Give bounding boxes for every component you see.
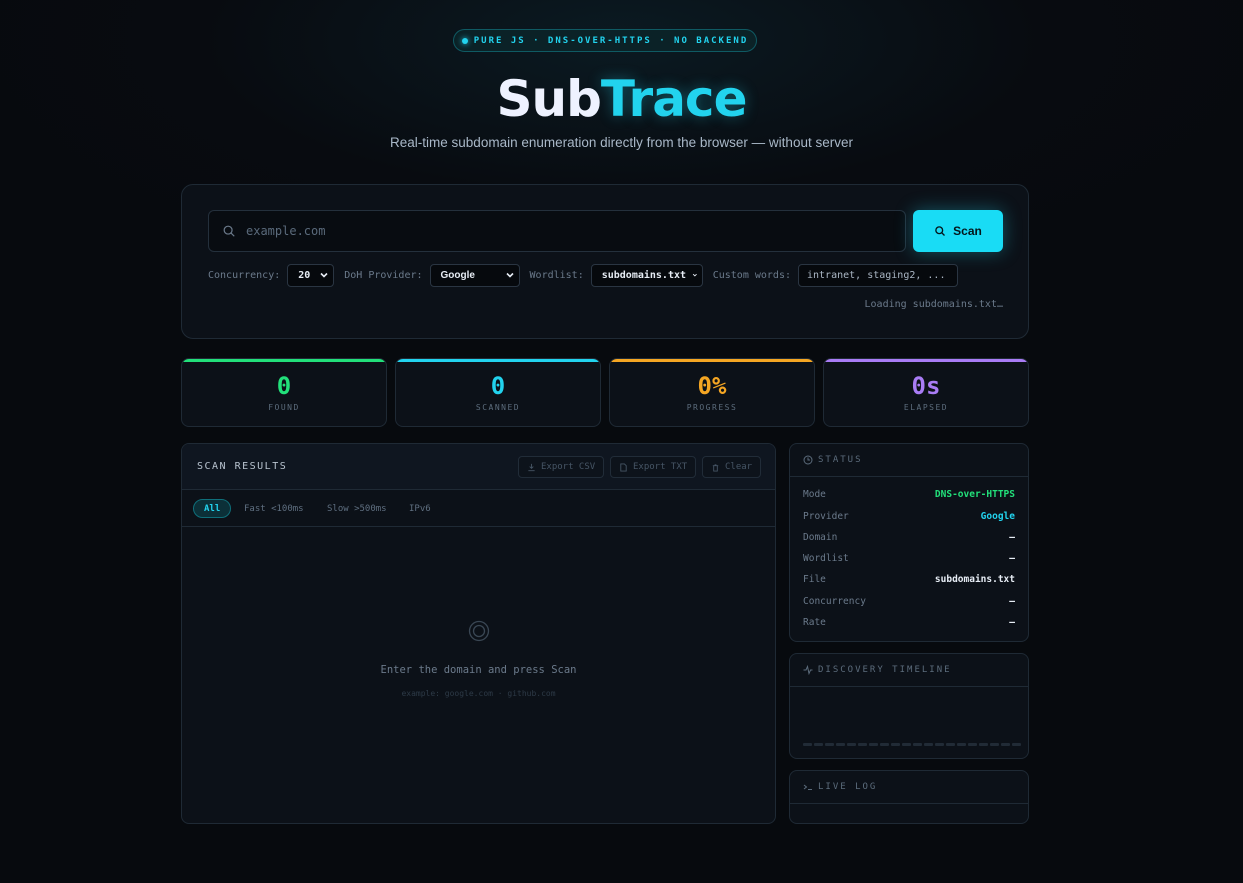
options-row: Concurrency: 20 DoH Provider: Google Wor… [208, 263, 958, 287]
search-icon [935, 226, 946, 236]
target-icon [468, 620, 490, 642]
status-key: Mode [803, 489, 826, 500]
filter-all[interactable]: All [193, 499, 232, 518]
doh-provider-value: Google [440, 269, 475, 281]
results-filters: All Fast <100ms Slow >500ms IPv6 [182, 490, 775, 527]
live-log-header: LIVE LOG [790, 771, 1028, 804]
stat-label: PROGRESS [686, 403, 738, 412]
filter-slow[interactable]: Slow >500ms [317, 499, 397, 518]
search-box [208, 210, 906, 252]
feature-badge-text: PURE JS · DNS-OVER-HTTPS · NO BACKEND [473, 35, 749, 46]
search-panel: Scan Concurrency: 20 DoH Provider: Googl… [181, 184, 1029, 339]
download-icon [528, 463, 535, 471]
stat-scanned: 0 SCANNED [395, 358, 601, 427]
status-row-mode: Mode DNS-over-HTTPS [803, 489, 1015, 503]
app-title-part1: Sub [496, 70, 602, 128]
stat-elapsed: 0s ELAPSED [823, 358, 1029, 427]
export-csv-button[interactable]: Export CSV [518, 456, 605, 478]
stat-label: ELAPSED [903, 403, 949, 412]
live-log-panel: LIVE LOG [789, 770, 1029, 824]
status-row-rate: Rate — [803, 617, 1015, 631]
export-txt-label: Export TXT [633, 462, 688, 472]
wordlist-select[interactable]: subdomains.txt [590, 263, 703, 287]
timeline-panel: DISCOVERY TIMELINE [789, 653, 1029, 759]
loading-status: Loading subdomains.txt… [864, 299, 1003, 310]
scan-button-label: Scan [953, 224, 982, 238]
stat-label: SCANNED [475, 403, 521, 412]
results-panel: SCAN RESULTS Export CSV Export TXT Clear… [181, 443, 776, 824]
status-value: — [1009, 617, 1015, 628]
chevron-down-icon [320, 272, 328, 278]
status-key: Provider [803, 511, 849, 522]
stat-label: FOUND [268, 403, 300, 412]
stat-found: 0 FOUND [181, 358, 387, 427]
empty-state-example: example: google.com · github.com [401, 689, 556, 698]
status-title: STATUS [818, 455, 863, 465]
app-title-part2: Trace [600, 70, 748, 128]
status-value: subdomains.txt [934, 574, 1015, 585]
status-dot-icon [461, 37, 468, 44]
timeline-chart [803, 743, 1021, 746]
live-log-title: LIVE LOG [818, 782, 878, 792]
status-key: Wordlist [803, 553, 849, 564]
concurrency-value: 20 [298, 269, 311, 281]
feature-badge: PURE JS · DNS-OVER-HTTPS · NO BACKEND [453, 29, 757, 52]
trash-icon [712, 463, 719, 472]
timeline-title: DISCOVERY TIMELINE [818, 665, 952, 675]
file-icon [620, 462, 627, 472]
empty-state-message: Enter the domain and press Scan [380, 664, 577, 676]
activity-icon [803, 665, 813, 675]
stat-value: 0 [276, 372, 292, 400]
status-value: DNS-over-HTTPS [934, 489, 1015, 500]
status-value: Google [980, 511, 1015, 522]
status-row-concurrency: Concurrency — [803, 596, 1015, 610]
clear-label: Clear [725, 462, 753, 472]
status-key: Domain [803, 532, 838, 543]
wordlist-value: subdomains.txt [601, 269, 687, 281]
terminal-icon [803, 784, 812, 790]
chevron-down-icon [692, 273, 697, 277]
status-value: — [1009, 553, 1015, 564]
chevron-down-icon [505, 272, 514, 278]
wordlist-label: Wordlist: [529, 269, 584, 281]
status-value: — [1009, 596, 1015, 607]
results-header: SCAN RESULTS Export CSV Export TXT Clear [182, 444, 775, 490]
custom-words-input[interactable]: intranet, staging2, ... [798, 263, 958, 287]
domain-input[interactable] [244, 224, 905, 238]
search-icon [223, 225, 235, 237]
stat-value: 0 [490, 372, 506, 400]
results-title: SCAN RESULTS [197, 461, 288, 472]
clear-button[interactable]: Clear [702, 456, 762, 478]
status-row-provider: Provider Google [803, 511, 1015, 525]
status-row-wordlist: Wordlist — [803, 553, 1015, 567]
concurrency-label: Concurrency: [208, 269, 281, 281]
status-panel: STATUS Mode DNS-over-HTTPS Provider Goog… [789, 443, 1029, 642]
status-key: File [803, 574, 826, 585]
app-subtitle: Real-time subdomain enumeration directly… [390, 135, 853, 150]
filter-fast[interactable]: Fast <100ms [234, 499, 314, 518]
filter-ipv6[interactable]: IPv6 [399, 499, 441, 518]
doh-provider-label: DoH Provider: [344, 269, 423, 281]
status-value: — [1009, 532, 1015, 543]
status-header: STATUS [790, 444, 1028, 477]
timeline-header: DISCOVERY TIMELINE [790, 654, 1028, 687]
stat-progress: 0% PROGRESS [609, 358, 815, 427]
clock-icon [803, 455, 813, 465]
scan-button[interactable]: Scan [913, 210, 1003, 252]
export-csv-label: Export CSV [541, 462, 596, 472]
status-key: Rate [803, 617, 826, 628]
stat-value: 0s [911, 372, 941, 400]
status-row-file: File subdomains.txt [803, 574, 1015, 588]
app-title: SubTrace [0, 70, 1243, 128]
status-row-domain: Domain — [803, 532, 1015, 546]
export-txt-button[interactable]: Export TXT [610, 456, 697, 478]
concurrency-select[interactable]: 20 [287, 263, 335, 287]
doh-provider-select[interactable]: Google [429, 263, 520, 287]
status-key: Concurrency [803, 596, 866, 607]
stat-value: 0% [697, 372, 727, 400]
custom-words-label: Custom words: [712, 269, 791, 281]
